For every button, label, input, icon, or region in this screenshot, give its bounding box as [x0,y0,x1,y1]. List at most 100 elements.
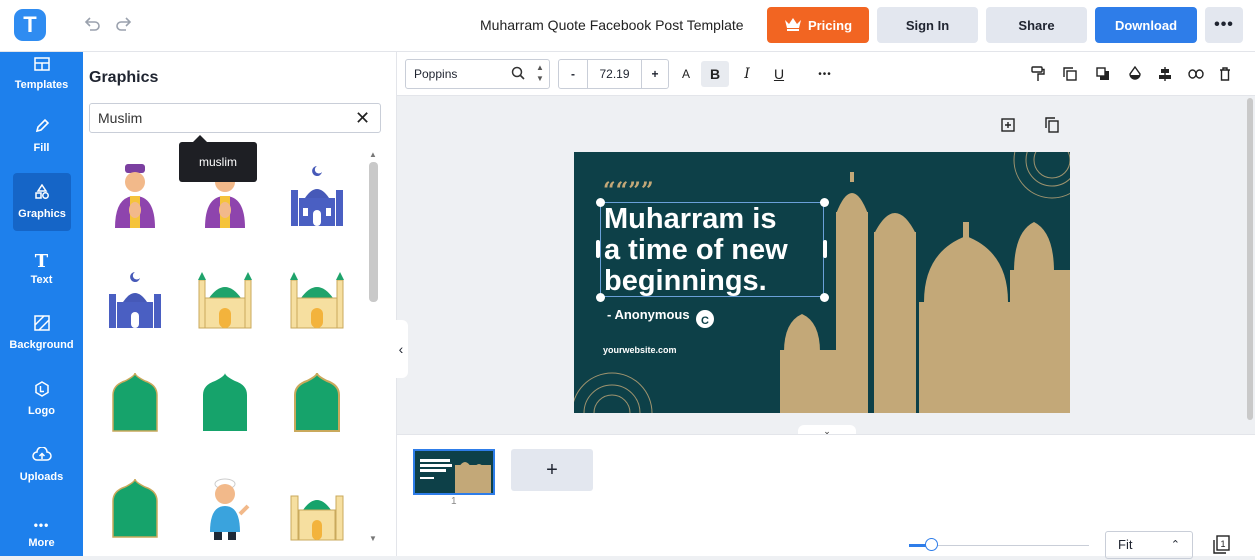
font-name: Poppins [414,67,458,81]
sidebar-item-graphics[interactable]: Graphics [13,173,71,231]
sidebar-item-background[interactable]: Background [0,305,83,361]
sidebar-item-logo[interactable]: Logo [0,371,83,427]
page-thumbnail[interactable] [413,449,495,495]
more-options-button[interactable]: ••• [1205,7,1243,43]
link-icon[interactable] [1184,63,1208,85]
layer-order-icon[interactable] [1091,63,1115,85]
search-icon[interactable] [511,66,525,85]
resize-handle-right[interactable] [823,240,827,258]
font-selector[interactable]: Poppins [405,59,550,89]
sidebar-item-label: More [28,536,55,549]
opacity-icon[interactable] [1123,63,1147,85]
collapse-panel-button[interactable]: ‹ [394,320,408,378]
panel-scrollbar[interactable] [369,162,378,302]
sidebar-item-label: Background [9,339,74,351]
resize-handle-left[interactable] [596,240,600,258]
sidebar-item-label: Templates [14,79,69,91]
graphic-gold-mosque[interactable] [277,464,357,554]
zoom-value: Fit [1118,537,1133,552]
text-case-button[interactable]: A [674,63,698,85]
copy-page-icon[interactable] [1045,117,1059,138]
cloud-upload-icon [31,446,52,468]
chevron-left-icon: ‹ [398,341,404,357]
share-button[interactable]: Share [986,7,1087,43]
font-size-input[interactable]: 72.19 [587,60,642,88]
mandala-bottom-left [574,372,653,413]
more-dots-icon: ••• [33,517,50,532]
graphic-green-arch-3[interactable] [277,358,357,448]
more-text-options-button[interactable]: ••• [813,63,837,85]
sidebar-item-text[interactable]: T Text [0,241,83,297]
sidebar-item-fill[interactable]: Fill [0,108,83,164]
download-button[interactable]: Download [1095,7,1197,43]
sidebar-item-uploads[interactable]: Uploads [0,437,83,493]
close-icon[interactable]: ✕ [355,108,370,129]
pencil-icon [34,118,50,139]
scroll-down-icon[interactable]: ▼ [369,534,377,543]
sidebar-item-label: Text [30,273,53,286]
undo-icon[interactable] [80,12,104,36]
search-suggestion-tooltip[interactable]: muslim [179,135,257,182]
decrease-size-button[interactable]: - [559,67,587,81]
mandala-top-right [1013,152,1070,199]
panel-title: Graphics [89,69,159,86]
quote-line-1: Muharram is [604,203,777,235]
text-toolbar: Poppins ▲ ▼ - 72.19 + A B I U ••• [397,52,1255,96]
redo-icon[interactable] [112,12,136,36]
quote-mark: ““”” [603,178,654,204]
app-logo[interactable]: T [14,9,46,41]
page-count-icon[interactable]: 1 [1212,535,1230,560]
trash-icon[interactable] [1213,63,1237,85]
font-stepper-icon[interactable]: ▲ ▼ [536,62,544,84]
sidebar-item-templates[interactable]: Templates [0,52,83,96]
top-bar: T Muharram Quote Facebook Post Template … [0,0,1255,52]
quote-line-3: beginnings. [604,265,767,297]
graphic-muslim-man-praying[interactable] [95,150,175,240]
duplicate-icon[interactable] [1058,63,1082,85]
quote-text[interactable]: Muharram is a time of new beginnings. [604,204,788,297]
sidebar-item-more[interactable]: ••• More [0,504,83,560]
canvas-scrollbar[interactable] [1247,98,1253,420]
paint-roller-icon[interactable] [1026,63,1050,85]
scroll-up-icon[interactable]: ▲ [369,150,377,159]
graphic-green-arch[interactable] [95,358,175,448]
graphic-muslim-boy[interactable] [185,464,265,554]
increase-size-button[interactable]: + [642,67,668,81]
svg-text:1: 1 [1220,539,1225,549]
add-page-button[interactable]: + [511,449,593,491]
graphic-green-arch-4[interactable] [95,464,175,554]
background-icon [33,315,50,336]
graphic-blue-mosque[interactable] [277,150,357,240]
text-icon: T [34,250,49,272]
website-text[interactable]: yourwebsite.com [603,345,677,355]
design-canvas[interactable]: C ““”” Muharram is a time of new beginni… [574,152,1070,413]
crown-icon [784,17,802,34]
pricing-label: Pricing [807,17,853,33]
zoom-select[interactable]: Fit ⌃ [1105,531,1193,559]
document-title[interactable]: Muharram Quote Facebook Post Template [480,17,744,33]
graphics-search-input[interactable] [89,103,381,133]
align-center-icon[interactable] [1153,63,1177,85]
quote-author[interactable]: - Anonymous [607,307,690,322]
underline-button[interactable]: U [767,63,791,85]
sign-in-button[interactable]: Sign In [877,7,978,43]
graphic-blue-mosque-small[interactable] [95,252,175,342]
graphics-panel: Graphics ✕ muslim ▲ ▼ [83,52,397,556]
sidebar-item-label: Logo [28,405,55,417]
pricing-button[interactable]: Pricing [767,7,869,43]
sidebar-item-label: Fill [33,142,50,154]
bold-button[interactable]: B [701,61,729,87]
graphic-green-dome-mosque-alt[interactable] [277,252,357,342]
svg-text:C: C [701,315,709,327]
resize-handle-br[interactable] [820,293,829,302]
font-size-control: - 72.19 + [558,59,669,89]
italic-button[interactable]: I [735,63,759,85]
add-page-icon[interactable] [1001,118,1015,137]
graphic-green-arch-2[interactable] [185,358,265,448]
sidebar-item-label: Uploads [19,471,64,483]
logo-icon [34,381,50,402]
sidebar-item-label: Graphics [18,208,66,220]
resize-handle-tr[interactable] [820,198,829,207]
graphic-green-dome-mosque[interactable] [185,252,265,342]
zoom-slider-handle[interactable] [925,538,938,551]
